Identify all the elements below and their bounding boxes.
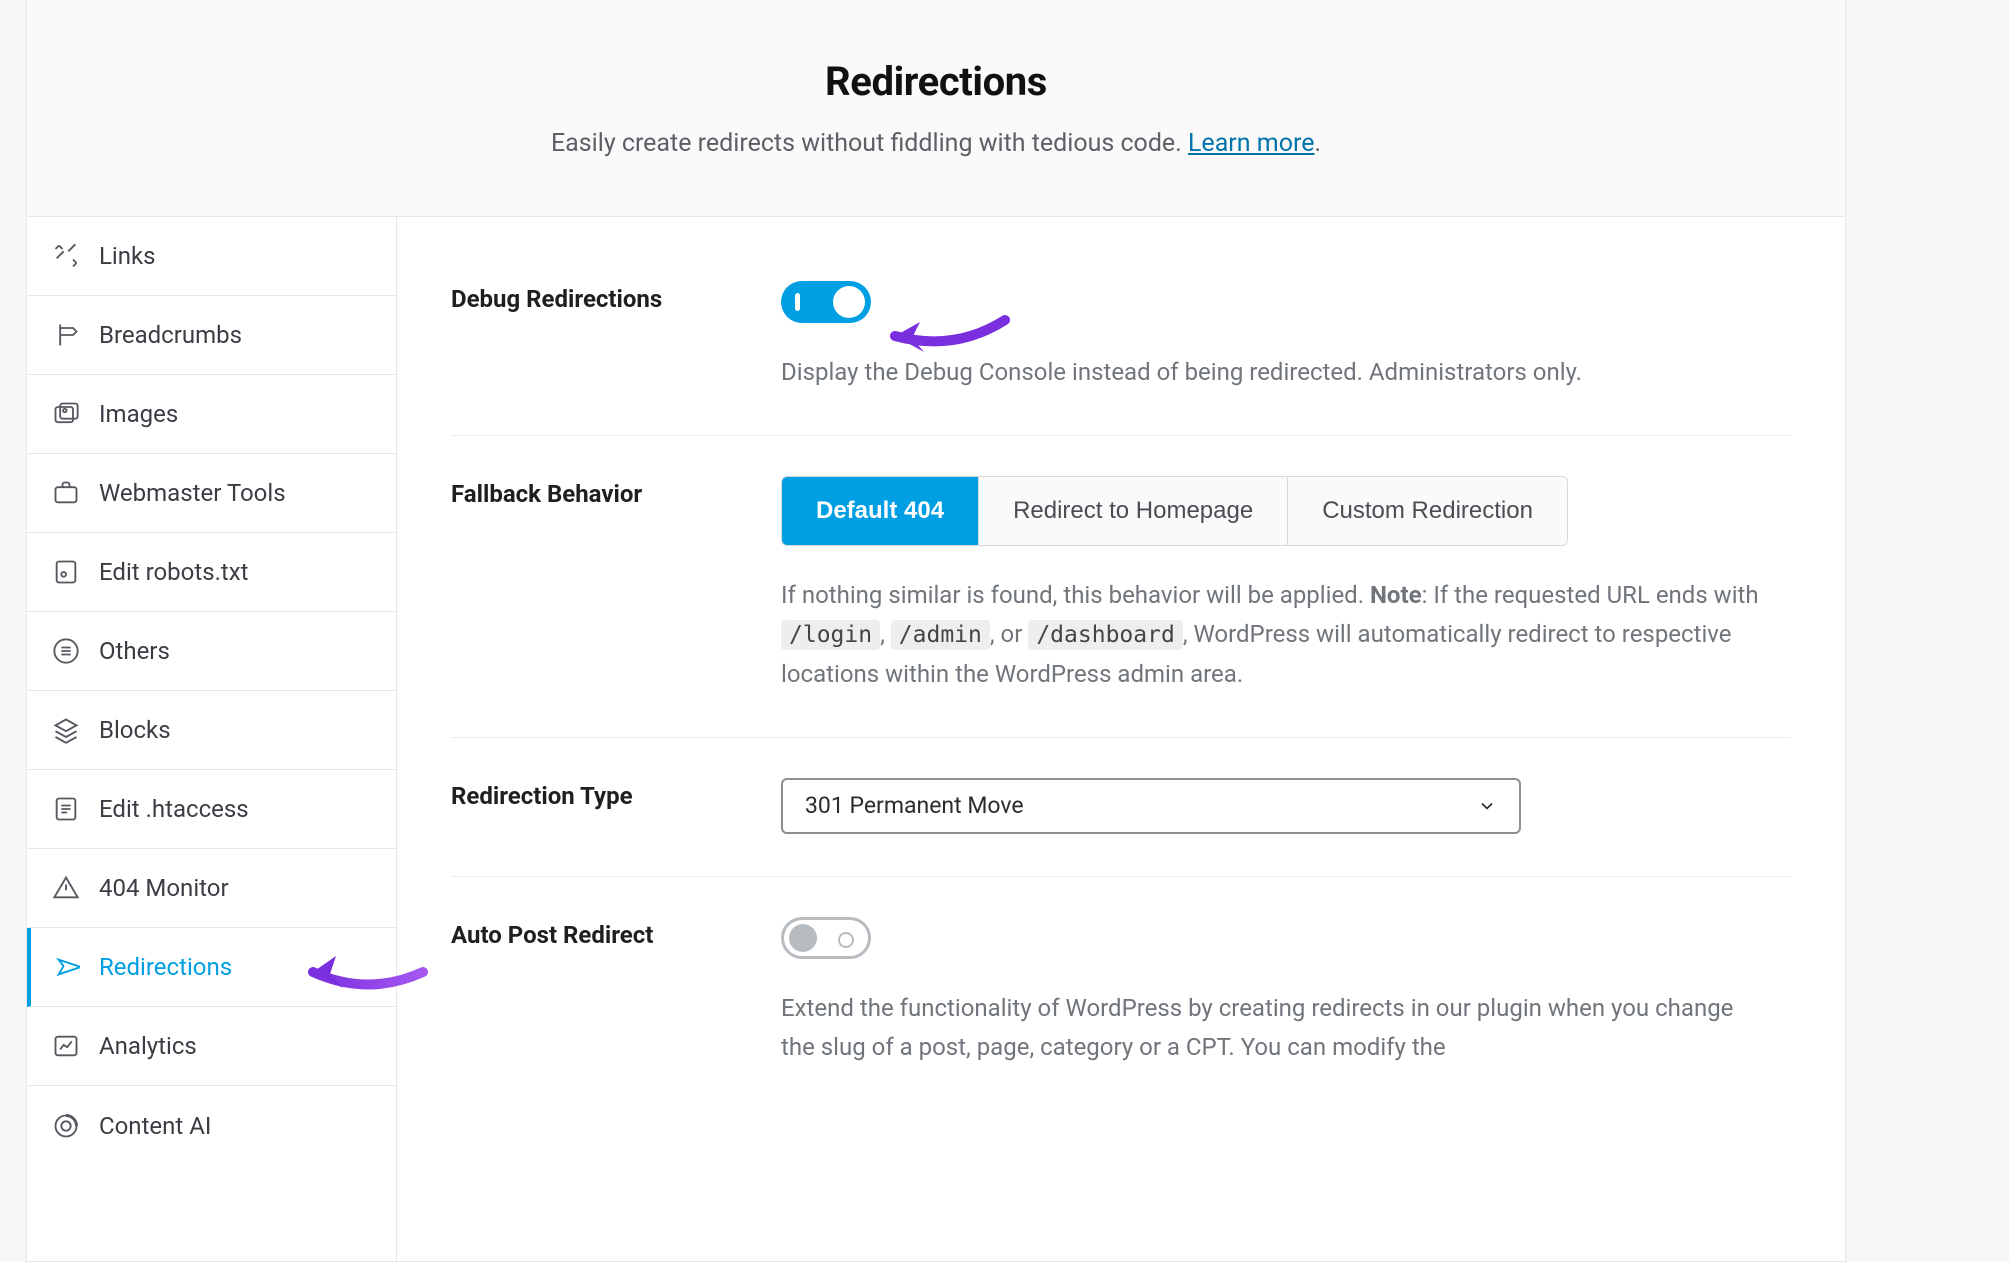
sidebar-item-images[interactable]: Images bbox=[27, 375, 396, 454]
list-circle-icon bbox=[51, 636, 81, 666]
sidebar-item-label: Edit .htaccess bbox=[99, 795, 249, 823]
setting-label: Redirection Type bbox=[451, 778, 781, 810]
robot-file-icon bbox=[51, 557, 81, 587]
sidebar-item-others[interactable]: Others bbox=[27, 612, 396, 691]
sidebar-item-edit-robots[interactable]: Edit robots.txt bbox=[27, 533, 396, 612]
stack-icon bbox=[51, 715, 81, 745]
setting-label: Fallback Behavior bbox=[451, 476, 781, 508]
sidebar-item-label: Edit robots.txt bbox=[99, 558, 249, 586]
content-ai-icon bbox=[51, 1111, 81, 1141]
analytics-icon bbox=[51, 1031, 81, 1061]
setting-description: Extend the functionality of WordPress by… bbox=[781, 989, 1761, 1068]
page-subtitle: Easily create redirects without fiddling… bbox=[551, 129, 1321, 158]
briefcase-icon bbox=[51, 478, 81, 508]
setting-description: If nothing similar is found, this behavi… bbox=[781, 576, 1761, 695]
page-header: Redirections Easily create redirects wit… bbox=[27, 0, 1845, 217]
sidebar-item-redirections[interactable]: Redirections bbox=[27, 928, 396, 1007]
fallback-option-default-404[interactable]: Default 404 bbox=[782, 477, 979, 545]
sidebar-item-label: Breadcrumbs bbox=[99, 321, 242, 349]
setting-fallback-behavior: Fallback Behavior Default 404 Redirect t… bbox=[451, 436, 1791, 738]
chevron-down-icon bbox=[1477, 796, 1497, 816]
sidebar-item-edit-htaccess[interactable]: Edit .htaccess bbox=[27, 770, 396, 849]
signpost-icon bbox=[51, 320, 81, 350]
file-list-icon bbox=[51, 794, 81, 824]
fallback-option-custom[interactable]: Custom Redirection bbox=[1288, 477, 1567, 545]
sidebar-item-analytics[interactable]: Analytics bbox=[27, 1007, 396, 1086]
sidebar-item-label: Analytics bbox=[99, 1032, 197, 1060]
setting-label: Debug Redirections bbox=[451, 281, 781, 313]
learn-more-link[interactable]: Learn more bbox=[1188, 129, 1314, 158]
sidebar-item-label: Content AI bbox=[99, 1112, 211, 1140]
setting-debug-redirections: Debug Redirections Display the Debug Con… bbox=[451, 271, 1791, 436]
settings-sidebar: Links Breadcrumbs Images Webmaster Tools bbox=[27, 217, 397, 1261]
sidebar-item-label: Blocks bbox=[99, 716, 171, 744]
settings-content: Debug Redirections Display the Debug Con… bbox=[397, 217, 1845, 1261]
images-icon bbox=[51, 399, 81, 429]
debug-redirections-toggle[interactable] bbox=[781, 281, 871, 323]
redirect-icon bbox=[51, 952, 81, 982]
sidebar-item-404-monitor[interactable]: 404 Monitor bbox=[27, 849, 396, 928]
setting-redirection-type: Redirection Type 301 Permanent Move bbox=[451, 738, 1791, 877]
setting-auto-post-redirect: Auto Post Redirect Extend the functional… bbox=[451, 877, 1791, 1110]
select-value: 301 Permanent Move bbox=[805, 792, 1024, 819]
fallback-option-homepage[interactable]: Redirect to Homepage bbox=[979, 477, 1288, 545]
sidebar-item-links[interactable]: Links bbox=[27, 217, 396, 296]
sidebar-item-label: Images bbox=[99, 400, 178, 428]
fallback-segmented-control: Default 404 Redirect to Homepage Custom … bbox=[781, 476, 1568, 546]
sidebar-item-breadcrumbs[interactable]: Breadcrumbs bbox=[27, 296, 396, 375]
setting-label: Auto Post Redirect bbox=[451, 917, 781, 949]
sidebar-item-label: Others bbox=[99, 637, 170, 665]
sidebar-item-label: Webmaster Tools bbox=[99, 479, 286, 507]
auto-post-redirect-toggle[interactable] bbox=[781, 917, 871, 959]
sidebar-item-label: 404 Monitor bbox=[99, 874, 229, 902]
sidebar-item-webmaster-tools[interactable]: Webmaster Tools bbox=[27, 454, 396, 533]
redirection-type-select[interactable]: 301 Permanent Move bbox=[781, 778, 1521, 834]
sidebar-item-blocks[interactable]: Blocks bbox=[27, 691, 396, 770]
page-title: Redirections bbox=[825, 58, 1047, 105]
sidebar-item-label: Links bbox=[99, 242, 156, 270]
warning-triangle-icon bbox=[51, 873, 81, 903]
sidebar-item-content-ai[interactable]: Content AI bbox=[27, 1086, 396, 1165]
setting-description: Display the Debug Console instead of bei… bbox=[781, 353, 1761, 393]
sidebar-item-label: Redirections bbox=[99, 953, 232, 981]
links-icon bbox=[51, 241, 81, 271]
